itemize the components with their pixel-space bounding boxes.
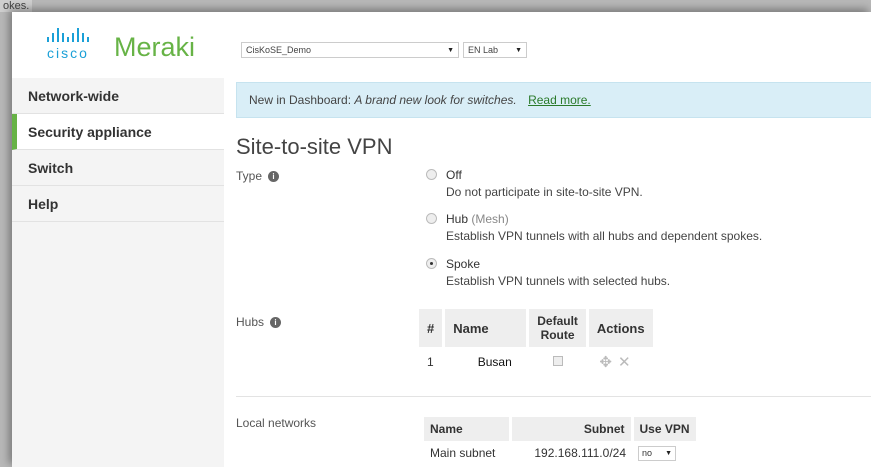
column-header-use-vpn: Use VPN	[632, 417, 699, 441]
sidebar-item-help[interactable]: Help	[12, 186, 224, 222]
hubs-label-text: Hubs	[236, 315, 265, 329]
cisco-wordmark: cisco	[47, 45, 89, 61]
local-networks-table: Name Subnet Use VPN Main subnet 192.168.…	[424, 417, 699, 465]
column-header-name: Name	[424, 417, 512, 441]
cisco-logo: cisco	[36, 28, 100, 61]
hub-name: Busan	[477, 355, 512, 369]
radio-label: Hub (Mesh)	[446, 212, 509, 226]
drag-handle-icon[interactable]: ✥	[599, 354, 612, 371]
local-networks-label: Local networks	[236, 416, 317, 430]
column-header-name: Name	[443, 309, 530, 347]
type-label-text: Type	[236, 169, 263, 183]
chevron-down-icon: ▼	[665, 449, 672, 457]
default-route-checkbox[interactable]	[552, 356, 563, 366]
cisco-meraki-logo[interactable]: cisco Meraki	[36, 28, 195, 61]
sidebar-item-switch[interactable]: Switch	[12, 150, 224, 186]
column-header-number: #	[419, 309, 446, 347]
network-subnet: 192.168.111.0/24	[534, 446, 626, 460]
use-vpn-select[interactable]: no ▼	[638, 445, 676, 461]
radio-label: Off	[446, 168, 462, 182]
radio-spoke[interactable]	[426, 258, 437, 269]
radio-description: Do not participate in site-to-site VPN.	[446, 185, 643, 199]
sidebar-item-network-wide[interactable]: Network-wide	[12, 78, 224, 114]
close-icon[interactable]: ✕	[618, 354, 631, 371]
hubs-table: # Name Default Route Actions 1 Busan ✥ ✕	[419, 309, 656, 377]
hubs-label: Hubs i	[236, 315, 282, 329]
meraki-dashboard-window: cisco Meraki CisKoSE_Demo ▼ EN Lab ▼ Net…	[12, 12, 871, 467]
organization-select-value: CisKoSE_Demo	[246, 45, 312, 55]
radio-off[interactable]	[426, 169, 437, 180]
sidebar-item-security-appliance[interactable]: Security appliance	[12, 114, 224, 150]
network-select-value: EN Lab	[468, 45, 499, 55]
default-route-cell	[528, 347, 588, 377]
cisco-bars-icon	[47, 28, 89, 42]
network-select[interactable]: EN Lab ▼	[463, 42, 527, 58]
type-label: Type i	[236, 169, 280, 183]
radio-description: Establish VPN tunnels with all hubs and …	[446, 229, 763, 243]
column-header-actions: Actions	[587, 309, 656, 347]
actions-cell: ✥ ✕	[587, 347, 654, 377]
radio-description: Establish VPN tunnels with selected hubs…	[446, 274, 671, 288]
column-header-subnet: Subnet	[510, 417, 634, 441]
meraki-wordmark: Meraki	[114, 32, 196, 62]
table-row: Main subnet 192.168.111.0/24 no ▼	[424, 441, 697, 465]
hub-number: 1	[427, 355, 434, 369]
organization-select[interactable]: CisKoSE_Demo ▼	[241, 42, 459, 58]
header: cisco Meraki CisKoSE_Demo ▼ EN Lab ▼	[12, 12, 871, 78]
read-more-link[interactable]: Read more.	[528, 93, 591, 107]
page-title: Site-to-site VPN	[236, 134, 393, 159]
network-name: Main subnet	[430, 446, 496, 460]
banner-message: A brand new look for switches.	[354, 93, 517, 107]
chevron-down-icon: ▼	[447, 46, 454, 54]
background-window-text: okes.	[0, 0, 33, 12]
table-row: 1 Busan ✥ ✕	[419, 347, 654, 377]
announcement-banner: New in Dashboard: A brand new look for s…	[236, 82, 871, 118]
column-header-default-route: Default Route	[527, 309, 589, 347]
info-icon[interactable]: i	[270, 317, 282, 328]
sidebar: Network-wide Security appliance Switch H…	[12, 78, 224, 467]
chevron-down-icon: ▼	[515, 46, 522, 54]
banner-prefix: New in Dashboard:	[249, 93, 352, 107]
info-icon[interactable]: i	[268, 171, 280, 182]
section-divider	[236, 396, 871, 397]
radio-hub[interactable]	[426, 213, 437, 224]
radio-sublabel: (Mesh)	[471, 212, 509, 226]
use-vpn-cell: no ▼	[632, 441, 697, 465]
radio-label: Spoke	[446, 257, 481, 271]
